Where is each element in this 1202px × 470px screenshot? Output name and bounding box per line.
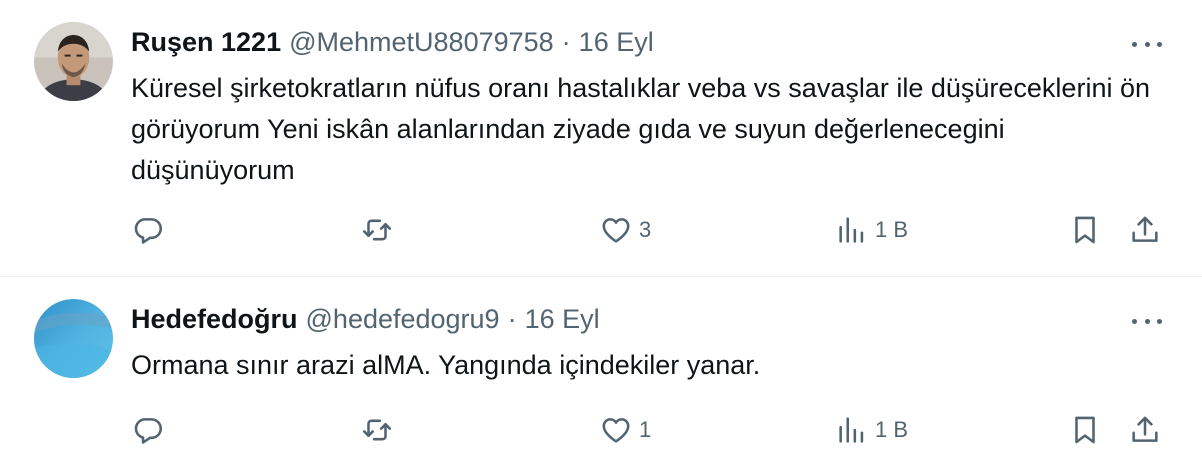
display-name[interactable]: Ruşen 1221 [131, 27, 281, 58]
reply-icon [134, 218, 163, 244]
reply-button[interactable] [131, 413, 165, 447]
tweet[interactable]: Ruşen 1221 @MehmetU88079758 · 16 Eyl Kür… [0, 0, 1202, 277]
avatar[interactable] [34, 22, 113, 101]
analytics-icon [839, 217, 864, 243]
bookmark-button[interactable] [1068, 213, 1102, 247]
bookmark-button[interactable] [1068, 413, 1102, 447]
views-button[interactable]: 1 B [835, 413, 908, 447]
reply-button[interactable] [131, 213, 165, 247]
retweet-icon [362, 419, 392, 441]
retweet-button[interactable] [360, 413, 394, 447]
like-button[interactable]: 1 [599, 413, 651, 447]
share-button[interactable] [1128, 413, 1162, 447]
display-name[interactable]: Hedefedoğru [131, 304, 298, 335]
action-bar: 1 1 B [131, 413, 1171, 447]
tweet[interactable]: Hedefedoğru @hedefedogru9 · 16 Eyl Orman… [0, 277, 1202, 470]
views-button[interactable]: 1 B [835, 213, 908, 247]
tweet-header: Ruşen 1221 @MehmetU88079758 · 16 Eyl [131, 24, 654, 60]
tweet-text: Küresel şirketokratların nüfus oranı has… [131, 73, 1150, 185]
more-icon[interactable] [1132, 34, 1162, 54]
avatar[interactable] [34, 299, 113, 378]
more-icon[interactable] [1132, 311, 1162, 331]
tweet-text: Ormana sınır arazi alMA. Yangında içinde… [131, 350, 761, 380]
tweet-date[interactable]: 16 Eyl [579, 27, 654, 58]
retweet-button[interactable] [360, 213, 394, 247]
bookmark-icon [1075, 216, 1095, 244]
user-handle[interactable]: @hedefedogru9 [306, 304, 500, 335]
share-button[interactable] [1128, 213, 1162, 247]
separator: · [507, 303, 517, 334]
view-count: 1 B [875, 417, 909, 442]
like-count: 1 [639, 417, 652, 442]
bookmark-icon [1075, 416, 1095, 444]
like-count: 3 [639, 217, 652, 242]
view-count: 1 B [875, 217, 909, 242]
like-button[interactable]: 3 [599, 213, 651, 247]
share-icon [1132, 416, 1158, 442]
tweet-header: Hedefedoğru @hedefedogru9 · 16 Eyl [131, 301, 600, 337]
share-icon [1132, 216, 1158, 242]
reply-icon [134, 418, 163, 444]
retweet-icon [362, 219, 392, 241]
heart-icon [602, 418, 630, 443]
heart-icon [602, 218, 630, 243]
analytics-icon [839, 417, 864, 443]
user-handle[interactable]: @MehmetU88079758 [289, 27, 554, 58]
separator: · [561, 26, 571, 57]
tweet-date[interactable]: 16 Eyl [525, 304, 600, 335]
action-bar: 3 1 B [131, 213, 1171, 247]
